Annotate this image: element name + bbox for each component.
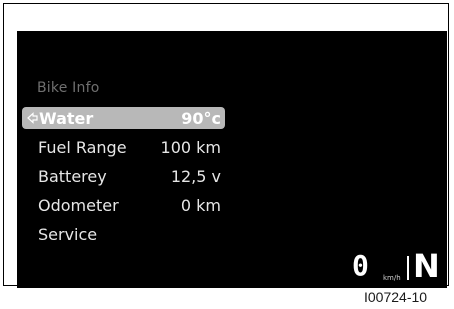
dashboard-display [17, 31, 447, 288]
menu-item-fuel-range[interactable]: Fuel Range 100 km [22, 136, 225, 158]
menu-title: Bike Info [37, 80, 100, 96]
figure-reference: I00724-10 [364, 289, 428, 305]
menu-item-battery[interactable]: Batterey 12,5 v [22, 165, 225, 187]
menu-item-label: Odometer [38, 195, 119, 215]
menu-item-label: Fuel Range [38, 137, 127, 157]
status-divider [407, 256, 409, 280]
menu-item-value: 12,5 v [170, 166, 221, 186]
menu-item-value: 90°c [181, 108, 221, 128]
menu-item-value: 0 km [180, 195, 221, 215]
menu-item-water[interactable]: Water 90°c [22, 107, 225, 129]
menu-item-label: Batterey [38, 166, 107, 186]
menu-item-service[interactable]: Service [22, 223, 225, 245]
selection-arrow-icon [27, 112, 38, 124]
menu-item-label: Water [39, 108, 94, 128]
speed-unit: km/h [383, 274, 401, 282]
gear-indicator: N [413, 247, 440, 285]
menu-item-label: Service [38, 224, 98, 244]
menu-item-odometer[interactable]: Odometer 0 km [22, 194, 225, 216]
menu-item-value: 100 km [160, 137, 221, 157]
speed-readout: 0 [352, 249, 369, 282]
